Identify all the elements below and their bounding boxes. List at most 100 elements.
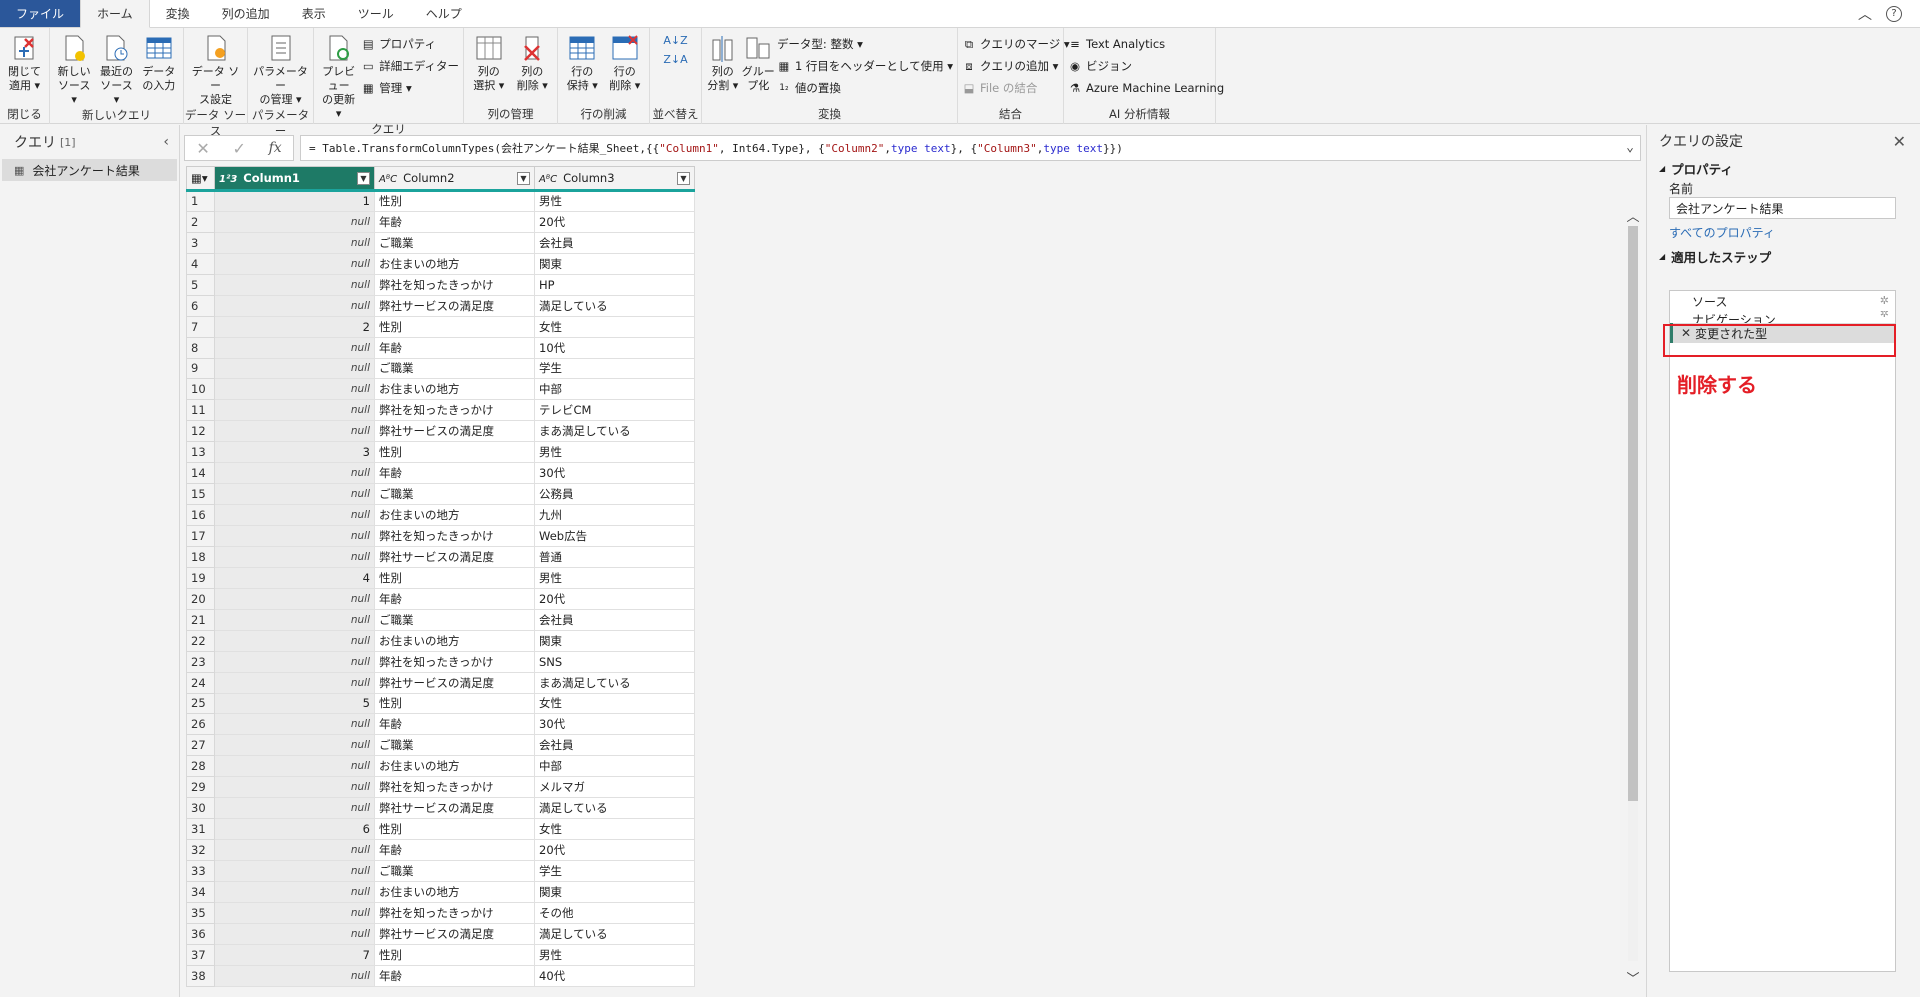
- vertical-scrollbar[interactable]: ︿ ﹀: [1625, 206, 1641, 987]
- cell-column1[interactable]: null: [214, 545, 375, 568]
- cell-column1[interactable]: null: [214, 734, 375, 757]
- cell-column1[interactable]: null: [214, 336, 375, 359]
- cell-column1[interactable]: null: [214, 608, 375, 631]
- cell-column3[interactable]: まあ満足している: [534, 671, 695, 694]
- cell-column2[interactable]: 弊社サービスの満足度: [374, 797, 535, 820]
- table-row[interactable]: 31 6 性別 女性: [186, 818, 695, 841]
- table-row[interactable]: 10 null お住まいの地方 中部: [186, 378, 695, 401]
- cell-column1[interactable]: 3: [214, 441, 375, 464]
- table-row[interactable]: 18 null 弊社サービスの満足度 普通: [186, 545, 695, 568]
- column-header-2[interactable]: AᴮC Column2 ▼: [374, 166, 535, 192]
- cell-column3[interactable]: 会社員: [534, 608, 695, 631]
- cell-column2[interactable]: 弊社を知ったきっかけ: [374, 901, 535, 924]
- cell-column1[interactable]: null: [214, 880, 375, 903]
- cell-column3[interactable]: HP: [534, 273, 695, 296]
- cell-column3[interactable]: 20代: [534, 587, 695, 610]
- azure-ml-button[interactable]: ⚗ Azure Machine Learning: [1068, 78, 1224, 98]
- cell-column3[interactable]: まあ満足している: [534, 420, 695, 443]
- tab-transform[interactable]: 変換: [150, 0, 206, 27]
- cell-column2[interactable]: 年齢: [374, 964, 535, 987]
- cell-column2[interactable]: 弊社サービスの満足度: [374, 294, 535, 317]
- cell-column1[interactable]: null: [214, 525, 375, 547]
- cell-column3[interactable]: 中部: [534, 378, 695, 401]
- column-header-3[interactable]: AᴮC Column3 ▼: [534, 166, 695, 192]
- table-row[interactable]: 9 null ご職業 学生: [186, 357, 695, 380]
- recent-sources-button[interactable]: 最近の ソース ▾: [96, 32, 136, 107]
- table-row[interactable]: 36 null 弊社サービスの満足度 満足している: [186, 922, 695, 945]
- table-row[interactable]: 3 null ご職業 会社員: [186, 231, 695, 254]
- cell-column1[interactable]: null: [214, 378, 375, 401]
- gear-icon[interactable]: ✲: [1880, 311, 1889, 320]
- cell-column2[interactable]: 年齢: [374, 462, 535, 485]
- tab-home[interactable]: ホーム: [80, 0, 150, 28]
- cell-column2[interactable]: お住まいの地方: [374, 378, 535, 401]
- cell-column3[interactable]: 30代: [534, 713, 695, 736]
- cell-column2[interactable]: 弊社サービスの満足度: [374, 671, 535, 694]
- cell-column3[interactable]: 女性: [534, 692, 695, 715]
- cell-column1[interactable]: null: [214, 504, 375, 526]
- table-menu-button[interactable]: ▦▾: [186, 166, 215, 192]
- manage-button[interactable]: ▦ 管理 ▾: [361, 78, 459, 98]
- table-row[interactable]: 27 null ご職業 会社員: [186, 734, 695, 757]
- merge-queries-button[interactable]: ⧉ クエリのマージ ▾: [962, 34, 1070, 54]
- table-row[interactable]: 38 null 年齢 40代: [186, 964, 695, 987]
- filter-dropdown-icon[interactable]: ▼: [517, 172, 530, 185]
- cell-column2[interactable]: 年齢: [374, 587, 535, 610]
- use-first-row-as-headers-button[interactable]: ▦ 1 行目をヘッダーとして使用 ▾: [777, 56, 954, 76]
- cell-column2[interactable]: 性別: [374, 441, 535, 464]
- cell-column2[interactable]: 弊社を知ったきっかけ: [374, 525, 535, 547]
- step-source[interactable]: ソース ✲: [1670, 291, 1895, 311]
- query-item[interactable]: ▦ 会社アンケート結果: [2, 159, 177, 181]
- table-row[interactable]: 20 null 年齢 20代: [186, 587, 695, 610]
- text-analytics-button[interactable]: ≡ Text Analytics: [1068, 34, 1224, 54]
- cell-column3[interactable]: Web広告: [534, 525, 695, 547]
- cell-column1[interactable]: null: [214, 922, 375, 945]
- cell-column3[interactable]: 学生: [534, 357, 695, 380]
- tab-help[interactable]: ヘルプ: [410, 0, 478, 27]
- table-row[interactable]: 16 null お住まいの地方 九州: [186, 504, 695, 526]
- cell-column2[interactable]: ご職業: [374, 483, 535, 506]
- cell-column2[interactable]: お住まいの地方: [374, 629, 535, 652]
- cell-column3[interactable]: 満足している: [534, 797, 695, 820]
- tab-view[interactable]: 表示: [286, 0, 342, 27]
- cell-column3[interactable]: 10代: [534, 336, 695, 359]
- table-row[interactable]: 34 null お住まいの地方 関東: [186, 880, 695, 903]
- cell-column1[interactable]: null: [214, 860, 375, 882]
- cell-column3[interactable]: 女性: [534, 315, 695, 338]
- filter-dropdown-icon[interactable]: ▼: [357, 172, 370, 185]
- table-row[interactable]: 26 null 年齢 30代: [186, 713, 695, 736]
- cell-column2[interactable]: お住まいの地方: [374, 755, 535, 778]
- column-header-1[interactable]: 1²3 Column1 ▼: [214, 166, 375, 192]
- table-row[interactable]: 29 null 弊社を知ったきっかけ メルマガ: [186, 776, 695, 799]
- table-row[interactable]: 24 null 弊社サービスの満足度 まあ満足している: [186, 671, 695, 694]
- remove-columns-button[interactable]: 列の 削除 ▾: [512, 32, 554, 93]
- replace-values-button[interactable]: 1₂ 値の置換: [777, 78, 953, 98]
- cell-column3[interactable]: テレビCM: [534, 399, 695, 422]
- table-row[interactable]: 14 null 年齢 30代: [186, 462, 695, 485]
- table-row[interactable]: 5 null 弊社を知ったきっかけ HP: [186, 273, 695, 296]
- cancel-icon[interactable]: ✕: [196, 139, 209, 158]
- table-row[interactable]: 19 4 性別 男性: [186, 566, 695, 589]
- table-row[interactable]: 23 null 弊社を知ったきっかけ SNS: [186, 650, 695, 673]
- table-row[interactable]: 11 null 弊社を知ったきっかけ テレビCM: [186, 399, 695, 422]
- all-properties-link[interactable]: すべてのプロパティ: [1647, 219, 1920, 245]
- cell-column2[interactable]: 性別: [374, 818, 535, 841]
- formula-input[interactable]: = Table.TransformColumnTypes(会社アンケート結果_S…: [300, 135, 1641, 161]
- cell-column1[interactable]: 2: [214, 315, 375, 338]
- cell-column3[interactable]: 20代: [534, 839, 695, 861]
- scroll-up-icon[interactable]: ︿: [1625, 206, 1641, 225]
- table-row[interactable]: 6 null 弊社サービスの満足度 満足している: [186, 294, 695, 317]
- remove-rows-button[interactable]: 行の 削除 ▾: [605, 32, 646, 93]
- cell-column3[interactable]: 普通: [534, 545, 695, 568]
- cell-column1[interactable]: 4: [214, 566, 375, 589]
- refresh-preview-button[interactable]: プレビュー の更新 ▾: [318, 32, 359, 121]
- cell-column2[interactable]: 性別: [374, 943, 535, 966]
- cell-column3[interactable]: 男性: [534, 190, 695, 212]
- cell-column2[interactable]: 性別: [374, 566, 535, 589]
- table-row[interactable]: 22 null お住まいの地方 関東: [186, 629, 695, 652]
- cell-column2[interactable]: 弊社を知ったきっかけ: [374, 650, 535, 673]
- cell-column3[interactable]: 関東: [534, 252, 695, 275]
- table-row[interactable]: 12 null 弊社サービスの満足度 まあ満足している: [186, 420, 695, 443]
- cell-column1[interactable]: null: [214, 357, 375, 380]
- scroll-down-icon[interactable]: ﹀: [1625, 968, 1641, 987]
